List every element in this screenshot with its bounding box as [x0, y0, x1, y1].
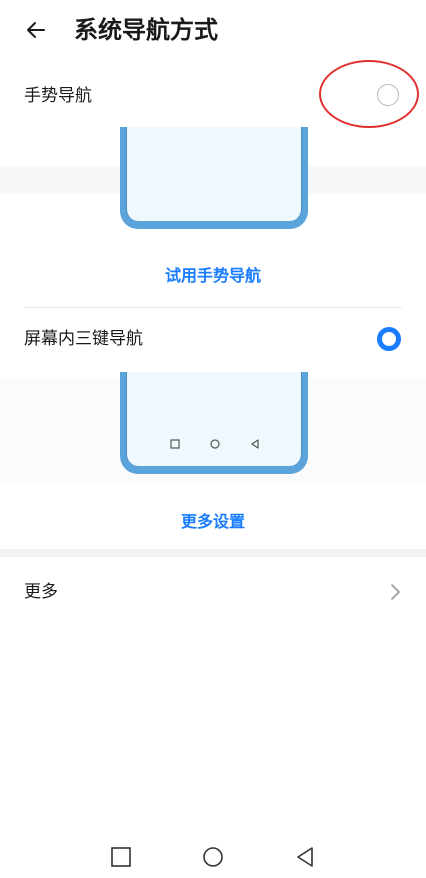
three-key-navigation-label[interactable]: 屏幕内三键导航	[24, 327, 143, 351]
gesture-navigation-label[interactable]: 手势导航	[24, 84, 92, 108]
system-navigation-bar	[0, 836, 426, 878]
try-gesture-link[interactable]: 试用手势导航	[0, 265, 426, 287]
header: 系统导航方式	[0, 0, 426, 62]
mini-nav-bar	[127, 438, 301, 450]
gesture-phone-screen	[126, 127, 302, 221]
three-key-navigation-radio[interactable]	[377, 327, 401, 351]
home-circle-icon[interactable]	[200, 844, 226, 870]
back-arrow-icon[interactable]	[22, 16, 50, 44]
more-settings-link[interactable]: 更多设置	[0, 511, 426, 533]
three-key-phone-preview	[120, 372, 308, 474]
divider	[24, 307, 402, 308]
recents-square-icon[interactable]	[108, 844, 134, 870]
chevron-right-icon	[391, 584, 400, 600]
back-triangle-icon[interactable]	[292, 844, 318, 870]
gesture-phone-preview	[120, 127, 308, 229]
square-icon	[170, 439, 180, 449]
gesture-navigation-radio[interactable]	[377, 84, 399, 106]
highlight-ellipse	[319, 60, 419, 128]
triangle-left-icon	[251, 439, 259, 449]
page-title: 系统导航方式	[74, 16, 218, 44]
more-label: 更多	[24, 582, 58, 602]
three-key-phone-screen	[126, 372, 302, 466]
section-separator	[0, 549, 426, 557]
circle-icon	[210, 439, 220, 449]
more-row[interactable]: 更多	[0, 570, 426, 614]
